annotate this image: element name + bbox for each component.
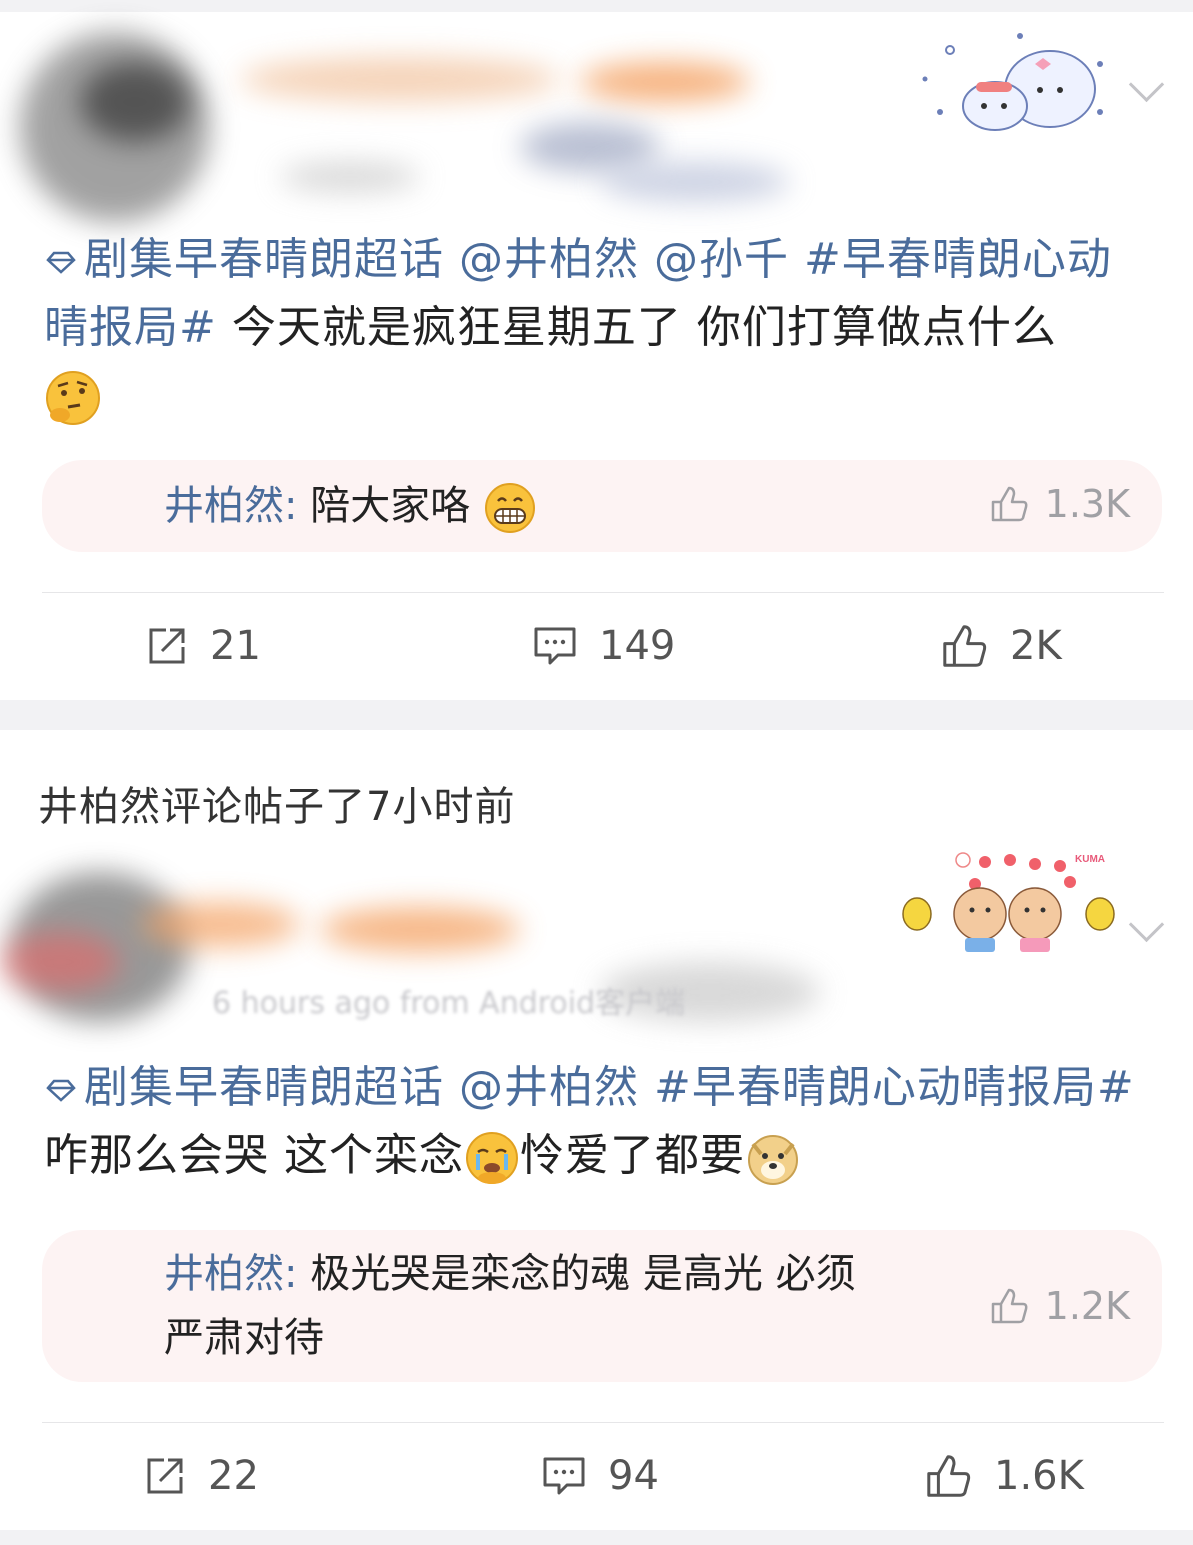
- reply-text-2: 严肃对待: [164, 1315, 324, 1361]
- hashtag-link[interactable]: #早春晴朗心动晴报局#: [654, 1062, 1135, 1113]
- author-reply[interactable]: 井柏然: 陪大家咯 1.3K: [42, 460, 1162, 552]
- reply-like-button[interactable]: 1.2K: [989, 1284, 1130, 1328]
- repost-button[interactable]: 21: [146, 596, 261, 696]
- doge-emoji: [748, 1135, 798, 1185]
- post-meta-blurred: 6 hours ago from Android客户端: [212, 986, 686, 1021]
- grin-emoji: [484, 483, 535, 533]
- reply-author[interactable]: 井柏然:: [164, 483, 297, 529]
- divider: [42, 1422, 1164, 1423]
- repost-icon: [147, 1458, 183, 1494]
- chevron-down-icon[interactable]: [1128, 906, 1165, 943]
- topic-link[interactable]: 剧集早春晴朗超话: [84, 1062, 444, 1113]
- repost-count: 22: [208, 1453, 259, 1499]
- cloud-sticker-icon: [910, 24, 1120, 134]
- mention-link[interactable]: @孙千: [654, 234, 789, 285]
- reply-like-count: 1.3K: [1044, 482, 1130, 526]
- post-card-1[interactable]: 剧集早春晴朗超话 @井柏然 @孙千 #早春晴朗心动晴报局# 今天就是疯狂星期五了…: [0, 12, 1193, 700]
- comment-activity-header: 井柏然评论帖子了7小时前: [0, 730, 1193, 853]
- divider: [42, 592, 1164, 593]
- like-icon: [927, 1455, 971, 1497]
- comment-count: 94: [608, 1453, 659, 1499]
- bear-sticker-icon: KUMA: [895, 852, 1120, 957]
- like-count: 1.6K: [994, 1453, 1084, 1499]
- author-reply[interactable]: 井柏然: 极光哭是栾念的魂 是高光 必须 严肃对待 1.2K: [42, 1230, 1162, 1382]
- like-count: 2K: [1010, 623, 1062, 669]
- post-body: 剧集早春晴朗超话 @井柏然 #早春晴朗心动晴报局# 咋那么会哭 这个栾念 怜爱了都…: [44, 1054, 1154, 1190]
- like-icon: [943, 625, 987, 667]
- comment-icon: [543, 1457, 585, 1495]
- mention-link[interactable]: @井柏然: [459, 1062, 639, 1113]
- repost-icon: [149, 628, 185, 664]
- like-icon: [991, 486, 1028, 522]
- comment-count: 149: [599, 623, 676, 669]
- comment-button[interactable]: 149: [533, 596, 675, 696]
- post-body: 剧集早春晴朗超话 @井柏然 @孙千 #早春晴朗心动晴报局# 今天就是疯狂星期五了…: [44, 226, 1154, 430]
- mention-link[interactable]: @井柏然: [459, 234, 639, 285]
- post-text: 今天就是疯狂星期五了 你们打算做点什么: [231, 302, 1057, 353]
- comment-button[interactable]: 94: [542, 1426, 659, 1526]
- post-text-2: 怜爱了都要: [520, 1130, 745, 1181]
- diamond-icon: [46, 251, 76, 274]
- diamond-icon: [46, 1079, 76, 1102]
- reply-like-button[interactable]: 1.3K: [989, 482, 1130, 526]
- cry-emoji: [466, 1132, 518, 1184]
- like-button[interactable]: 1.6K: [924, 1426, 1084, 1526]
- chevron-down-icon[interactable]: [1128, 66, 1165, 103]
- reply-text: 极光哭是栾念的魂 是高光 必须: [310, 1251, 856, 1297]
- reply-like-count: 1.2K: [1044, 1284, 1130, 1328]
- post-card-2[interactable]: 6 hours ago from Android客户端 KUMA 剧集早春晴朗超…: [0, 852, 1193, 1530]
- repost-count: 21: [210, 623, 261, 669]
- repost-button[interactable]: 22: [144, 1426, 259, 1526]
- activity-text: 井柏然评论帖子了7小时前: [38, 784, 516, 830]
- post-text: 咋那么会哭 这个栾念: [44, 1130, 464, 1181]
- sticker-label: KUMA: [1075, 854, 1105, 865]
- reply-author[interactable]: 井柏然:: [164, 1251, 297, 1297]
- thinking-emoji: [46, 371, 100, 425]
- like-icon: [991, 1288, 1028, 1324]
- topic-link[interactable]: 剧集早春晴朗超话: [84, 234, 444, 285]
- action-bar: 22 94 1.6K: [0, 1426, 1193, 1526]
- reply-text: 陪大家咯: [310, 483, 471, 529]
- action-bar: 21 149 2K: [0, 596, 1193, 696]
- comment-icon: [534, 627, 576, 665]
- like-button[interactable]: 2K: [940, 596, 1062, 696]
